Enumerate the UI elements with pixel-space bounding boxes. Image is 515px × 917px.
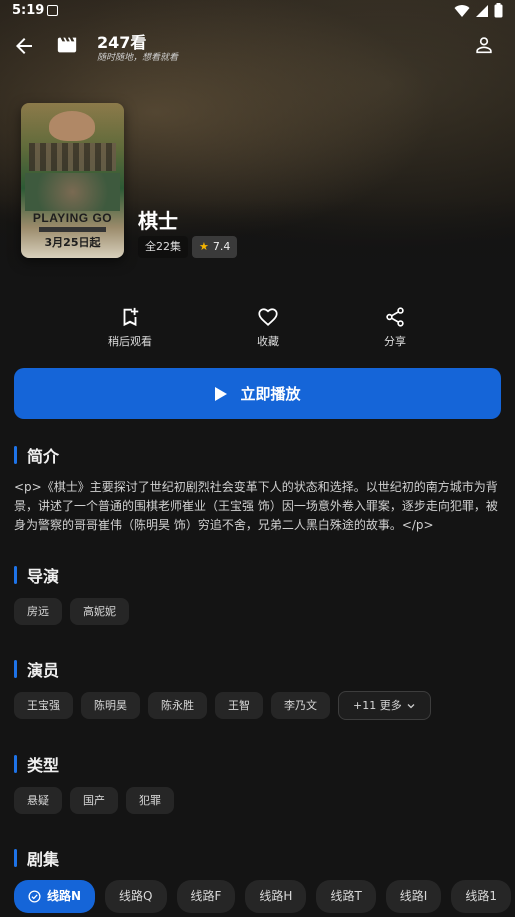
section-accent-bar <box>14 660 17 678</box>
cast-more-label: +11 更多 <box>353 699 402 712</box>
play-now-label: 立即播放 <box>240 385 301 403</box>
status-icons <box>454 3 503 18</box>
chevron-down-icon <box>407 703 415 708</box>
genre-chip[interactable]: 犯罪 <box>126 787 174 814</box>
poster-date: 3月25日起 <box>44 236 101 249</box>
source-line-chip[interactable]: 线路H <box>245 880 307 913</box>
director-chip[interactable]: 高妮妮 <box>70 598 129 625</box>
genre-list: 悬疑 国产 犯罪 <box>14 787 174 814</box>
section-accent-bar <box>14 849 17 867</box>
source-line-label: 线路N <box>47 889 82 903</box>
section-accent-bar <box>14 755 17 773</box>
notification-icon <box>47 5 58 16</box>
watch-later-button[interactable]: 稍后观看 <box>85 306 175 349</box>
director-chip[interactable]: 房远 <box>14 598 62 625</box>
status-bar: 5:19 <box>0 0 515 24</box>
signal-icon <box>476 4 488 17</box>
director-header: 导演 <box>14 563 59 587</box>
cast-more-button[interactable]: +11 更多 <box>338 691 431 720</box>
show-title: 棋士 <box>138 209 178 233</box>
source-line-list: 线路N 线路Q 线路F 线路H 线路T 线路I 线路1 <box>14 880 511 913</box>
watch-later-label: 稍后观看 <box>108 335 152 348</box>
synopsis-header: 简介 <box>14 443 59 467</box>
source-line-chip[interactable]: 线路Q <box>105 880 167 913</box>
play-icon <box>215 386 228 401</box>
check-circle-icon <box>28 890 41 903</box>
play-now-button[interactable]: 立即播放 <box>14 368 501 419</box>
back-arrow-icon[interactable] <box>12 34 36 58</box>
source-line-chip[interactable]: 线路F <box>176 880 236 913</box>
source-line-chip[interactable]: 线路1 <box>451 880 511 913</box>
section-accent-bar <box>14 446 17 464</box>
rating-badge: ★ 7.4 <box>192 236 238 258</box>
poster-crowd <box>29 143 116 171</box>
director-list: 房远 高妮妮 <box>14 598 129 625</box>
episodes-header: 剧集 <box>14 846 59 870</box>
share-label: 分享 <box>384 335 406 348</box>
cast-chip[interactable]: 王宝强 <box>14 692 73 719</box>
synopsis-text: <p>《棋士》主要探讨了世纪初剧烈社会变革下人的状态和选择。以世纪初的南方城市为… <box>14 480 498 532</box>
action-row: 稍后观看 收藏 分享 <box>0 306 515 350</box>
star-icon: ★ <box>199 240 209 253</box>
synopsis-title: 简介 <box>27 447 60 466</box>
app-bar: 247看 随时随地，想看就看 <box>0 24 515 68</box>
share-icon <box>386 307 404 327</box>
heart-icon <box>258 308 278 326</box>
battery-icon <box>494 3 503 18</box>
source-line-chip-selected[interactable]: 线路N <box>14 880 96 913</box>
cast-chip[interactable]: 李乃文 <box>271 692 330 719</box>
genre-title: 类型 <box>27 756 60 775</box>
source-line-chip[interactable]: 线路T <box>316 880 376 913</box>
cast-chip[interactable]: 陈明昊 <box>81 692 140 719</box>
cast-title: 演员 <box>27 661 60 680</box>
poster-strip <box>39 227 106 232</box>
share-button[interactable]: 分享 <box>350 306 440 349</box>
cast-chip[interactable]: 王智 <box>215 692 263 719</box>
cast-header: 演员 <box>14 657 59 681</box>
cast-list: 王宝强 陈明昊 陈永胜 王智 李乃文 +11 更多 <box>14 691 431 720</box>
genre-header: 类型 <box>14 752 59 776</box>
favorite-label: 收藏 <box>257 335 279 348</box>
clapperboard-icon <box>57 37 77 53</box>
poster-board <box>25 173 120 211</box>
bookmark-add-icon <box>123 307 139 327</box>
poster-face <box>49 111 95 141</box>
status-time: 5:19 <box>12 3 45 18</box>
wifi-icon <box>454 4 470 17</box>
rating-value: 7.4 <box>212 240 231 253</box>
source-line-chip[interactable]: 线路I <box>385 880 442 913</box>
person-icon[interactable] <box>473 34 495 56</box>
episodes-title: 剧集 <box>27 850 60 869</box>
episode-count-badge: 全22集 <box>138 236 188 258</box>
poster-title: PLAYING GO <box>32 211 113 225</box>
director-title: 导演 <box>27 567 60 586</box>
favorite-button[interactable]: 收藏 <box>223 306 313 349</box>
genre-chip[interactable]: 悬疑 <box>14 787 62 814</box>
section-accent-bar <box>14 566 17 584</box>
cast-chip[interactable]: 陈永胜 <box>148 692 207 719</box>
app-subtitle: 随时随地，想看就看 <box>97 53 179 63</box>
genre-chip[interactable]: 国产 <box>70 787 118 814</box>
show-poster: PLAYING GO 3月25日起 <box>21 103 124 258</box>
